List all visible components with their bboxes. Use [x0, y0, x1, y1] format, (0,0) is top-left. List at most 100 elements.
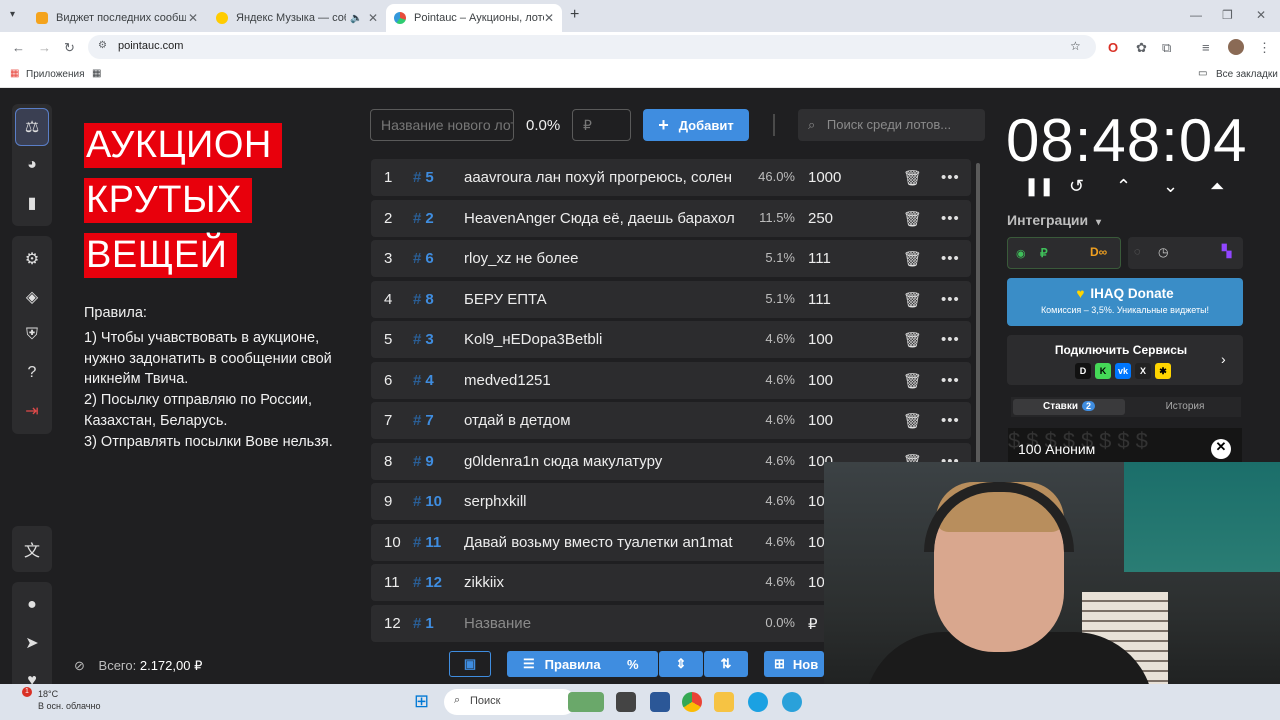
back-icon[interactable]: ←	[12, 40, 25, 55]
lot-amount-input[interactable]: 10	[808, 574, 825, 591]
help-icon[interactable]: ?	[12, 354, 52, 392]
tab-bets[interactable]: Ставки 2	[1013, 399, 1125, 415]
store-icon[interactable]	[650, 692, 670, 712]
reload-icon[interactable]: ↻	[64, 40, 75, 56]
github-icon[interactable]: ●	[12, 586, 52, 624]
lot-amount-input[interactable]: 111	[808, 291, 831, 308]
more-icon[interactable]: •••	[941, 250, 960, 267]
address-bar[interactable]: ⚙ pointauc.com ☆	[88, 35, 1096, 59]
lot-row[interactable]: 1 #5 aaavroura лан похуй прогреюсь, солен 4…	[371, 159, 971, 196]
tab-search-icon[interactable]: ▾	[10, 9, 15, 20]
layers-icon[interactable]: ◈	[12, 278, 52, 316]
menu-icon[interactable]: ⋮	[1258, 40, 1271, 56]
ruble-integration-icon[interactable]: ₽	[1040, 246, 1048, 260]
trash-icon[interactable]: 🗑	[903, 291, 922, 309]
lot-row[interactable]: 6 #4 medved1251 4.6% 100 🗑 •••	[371, 361, 971, 399]
connect-services[interactable]: Подключить Сервисы D K vk X ✱ ›	[1007, 335, 1243, 385]
windows-start-icon[interactable]: ⊞	[414, 691, 429, 712]
lot-amount-input[interactable]: 10	[808, 493, 825, 510]
integrations-toggle[interactable]: Интеграции ▾	[1007, 212, 1101, 228]
radio-on-icon[interactable]: ◉	[1016, 247, 1026, 260]
lot-name-input[interactable]: БЕРУ ЕПТА	[464, 291, 746, 308]
bar-chart-icon[interactable]: ▮	[12, 184, 52, 222]
tab-groups-icon[interactable]: ▦	[92, 68, 101, 79]
close-window-icon[interactable]: ✕	[1256, 8, 1266, 22]
bookmark-star-icon[interactable]: ☆	[1070, 39, 1081, 53]
pie-chart-icon[interactable]: ◕	[12, 146, 52, 184]
media-controls-icon[interactable]: ≡	[1202, 40, 1210, 55]
chrome-icon[interactable]	[682, 692, 702, 712]
eye-off-icon[interactable]: ⊘	[74, 658, 85, 673]
taskbar-search[interactable]: ⌕ Поиск	[444, 689, 576, 715]
trash-icon[interactable]: 🗑	[903, 331, 922, 349]
widget-image-icon[interactable]	[568, 692, 604, 712]
shield-icon[interactable]: ⛨	[12, 316, 52, 354]
double-up-icon[interactable]: ⏶	[1210, 176, 1224, 197]
lot-amount-input[interactable]: 111	[808, 250, 831, 267]
minimize-icon[interactable]: —	[1190, 8, 1202, 22]
new-tab-icon[interactable]: +	[570, 6, 579, 24]
weather-widget[interactable]: 1 18°C В осн. облачно	[16, 687, 100, 712]
collapse-button[interactable]: ⇕	[659, 651, 703, 677]
percent-icon[interactable]: %	[627, 657, 639, 672]
new-lot-name-input[interactable]: Название нового лота	[370, 109, 514, 141]
lot-row[interactable]: 4 #8 БЕРУ ЕПТА 5.1% 111 🗑 •••	[371, 280, 971, 318]
all-bookmarks[interactable]: Все закладки	[1216, 69, 1278, 80]
trash-icon[interactable]: 🗑	[903, 250, 922, 268]
lot-amount-input[interactable]: ₽	[808, 615, 818, 633]
restart-icon[interactable]: ↺	[1069, 176, 1084, 197]
extensions-puzzle-icon[interactable]: ⧉	[1162, 40, 1171, 56]
add-lot-button[interactable]: + Добавит	[643, 109, 749, 141]
close-icon[interactable]: ✕	[368, 11, 378, 25]
lot-row[interactable]: 5 #3 Kol9_нEDopa3Betbli 4.6% 100 🗑 •••	[371, 321, 971, 358]
lot-name-input[interactable]: отдай в детдом	[464, 412, 746, 429]
more-icon[interactable]: •••	[941, 291, 960, 308]
lot-name-input[interactable]: Давай возьму вместо туалетки an1mat	[464, 534, 746, 551]
lot-amount-input[interactable]: 1000	[808, 169, 841, 186]
clock-integration-icon[interactable]: ◷	[1158, 245, 1168, 259]
tab-history[interactable]: История	[1131, 401, 1239, 412]
translate-icon[interactable]: 文	[12, 530, 52, 568]
lot-name-input[interactable]: serphxkill	[464, 493, 746, 510]
lot-name-input[interactable]: rloy_xz не более	[464, 250, 746, 267]
trash-icon[interactable]: 🗑	[903, 169, 922, 187]
auction-icon[interactable]: ⚖	[15, 108, 49, 146]
more-icon[interactable]: •••	[941, 210, 960, 227]
extension-icon[interactable]: ✿	[1136, 40, 1147, 56]
more-icon[interactable]: •••	[941, 169, 960, 186]
new-lot-amount-input[interactable]: ₽	[572, 109, 631, 141]
trash-icon[interactable]: 🗑	[903, 372, 922, 390]
increase-time-icon[interactable]: ⌃	[1116, 176, 1131, 197]
lot-name-input[interactable]: g0ldenra1n сюда макулатуру	[464, 453, 746, 470]
trash-icon[interactable]: 🗑	[903, 210, 922, 228]
twitch-integration-icon[interactable]: ▚	[1222, 244, 1231, 258]
browser-tab-1[interactable]: Виджет последних сообщени ✕	[28, 4, 206, 32]
browser-tab-2[interactable]: Яндекс Музыка — собирае 🔈 ✕	[208, 4, 386, 32]
save-button[interactable]: ▣	[449, 651, 491, 677]
lot-row[interactable]: 2 #2 HeavenAnger Сюда её, даешь барахол 11.…	[371, 199, 971, 237]
lot-amount-input[interactable]: 250	[808, 210, 833, 227]
bid-card[interactable]: $$$$$$$$ 100 Аноним ✕	[1008, 428, 1242, 462]
lot-row[interactable]: 7 #7 отдай в детдом 4.6% 100 🗑 •••	[371, 402, 971, 439]
opera-extension-icon[interactable]: O	[1108, 40, 1118, 55]
ihaq-donate-banner[interactable]: ♥ IHAQ Donate Комиссия – 3,5%. Уникальные…	[1007, 278, 1243, 326]
donationalerts-integration-icon[interactable]: D∞	[1090, 245, 1107, 259]
lot-name-input[interactable]: HeavenAnger Сюда её, даешь барахол	[464, 210, 746, 227]
lot-amount-input[interactable]: 100	[808, 331, 833, 348]
radio-off-icon[interactable]: ◌	[1134, 246, 1141, 258]
decrease-time-icon[interactable]: ⌄	[1163, 176, 1178, 197]
logout-icon[interactable]: ⇥	[12, 392, 52, 430]
profile-avatar[interactable]	[1228, 39, 1244, 55]
scrollbar[interactable]	[976, 163, 980, 463]
more-icon[interactable]: •••	[941, 331, 960, 348]
bookmark-apps[interactable]: Приложения	[26, 69, 85, 80]
new-round-button[interactable]: ⊞ Нов	[764, 651, 824, 677]
lot-amount-input[interactable]: 10	[808, 534, 825, 551]
lot-name-input[interactable]: Kol9_нEDopa3Betbli	[464, 331, 746, 348]
lot-name-input[interactable]: Название	[464, 615, 746, 632]
lot-amount-input[interactable]: 100	[808, 372, 833, 389]
lot-name-input[interactable]: medved1251	[464, 372, 746, 389]
sort-button[interactable]: ⇅	[704, 651, 748, 677]
more-icon[interactable]: •••	[941, 412, 960, 429]
task-view-icon[interactable]	[616, 692, 636, 712]
